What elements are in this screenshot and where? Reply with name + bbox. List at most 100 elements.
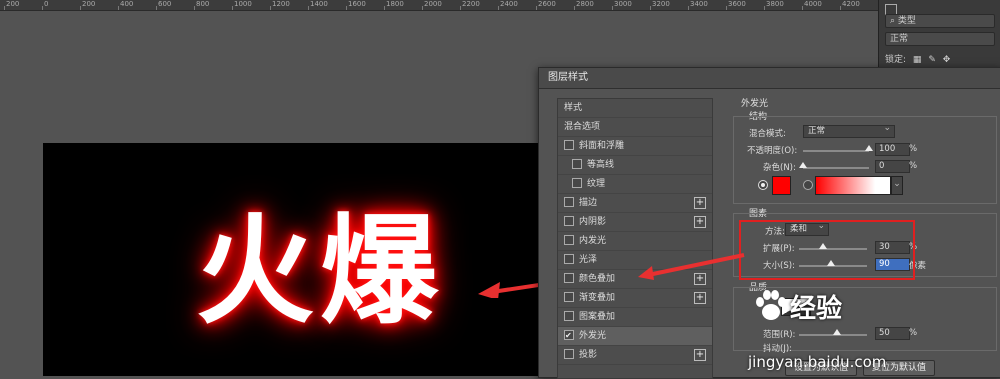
opacity-slider-thumb[interactable] [865, 145, 873, 151]
baidu-paw-icon [752, 290, 788, 322]
noise-label: 杂色(N): [763, 163, 796, 173]
style-item-label: 纹理 [587, 179, 606, 189]
ruler-label: 3800 [766, 0, 784, 8]
noise-slider-thumb[interactable] [799, 162, 807, 168]
add-style-icon[interactable]: + [694, 197, 706, 209]
lock-move-icon[interactable]: ✥ [943, 55, 951, 65]
style-item-label: 等高线 [587, 160, 615, 170]
style-checkbox[interactable] [564, 327, 574, 345]
noise-slider[interactable] [803, 167, 869, 169]
style-checkbox[interactable] [564, 272, 574, 283]
blend-mode-select[interactable]: 正常 [885, 32, 995, 46]
style-item-label: 描边 [579, 198, 598, 208]
lock-brush-icon[interactable]: ✎ [928, 55, 936, 65]
ruler-mark [156, 6, 157, 10]
ruler-mark [270, 6, 271, 10]
watermark-text: 经验 [790, 294, 843, 324]
style-item[interactable]: 投影 + [558, 346, 712, 365]
blend-mode-dropdown[interactable]: 正常 [803, 123, 895, 138]
style-item[interactable]: 斜面和浮雕 [558, 137, 712, 156]
ruler-mark [4, 6, 5, 10]
ruler-label: 2000 [424, 0, 442, 8]
noise-input[interactable]: 0 [875, 160, 910, 173]
dialog-title: 图层样式 [539, 68, 1000, 89]
style-checkbox[interactable] [564, 196, 574, 207]
blend-options-item[interactable]: 混合选项 [558, 118, 712, 137]
range-percent: % [909, 328, 918, 338]
ruler-label: 3000 [614, 0, 632, 8]
style-checkbox[interactable] [572, 158, 582, 169]
style-checkbox[interactable] [564, 215, 574, 226]
opacity-percent: % [909, 144, 918, 154]
ruler-label: 3600 [728, 0, 746, 8]
ruler-label: 2800 [576, 0, 594, 8]
solid-color-radio[interactable] [758, 180, 768, 190]
gradient-dropdown-icon[interactable]: ⌄ [891, 176, 903, 195]
outer-glow-pane: 外发光 结构 混合模式: 正常 不透明度(O): 100 % 杂色(N): 0 … [719, 96, 1000, 377]
ruler-mark [536, 6, 537, 10]
ruler-label: 600 [158, 0, 172, 8]
style-checkbox[interactable] [564, 253, 574, 264]
style-item-label: 内阴影 [579, 217, 607, 227]
style-item[interactable]: 纹理 [558, 175, 712, 194]
style-item-label: 渐变叠加 [579, 293, 616, 303]
ruler-label: 3400 [690, 0, 708, 8]
ruler-label: 2400 [500, 0, 518, 8]
add-style-icon[interactable]: + [694, 349, 706, 361]
ruler-mark [80, 6, 81, 10]
ruler-mark [308, 6, 309, 10]
layer-filter-select[interactable]: ⌕ 类型 [885, 14, 995, 28]
style-item[interactable]: 图案叠加 [558, 308, 712, 327]
search-icon: ⌕ [890, 16, 898, 26]
lock-pixels-icon[interactable]: ▦ [913, 55, 922, 65]
highlight-box [739, 220, 915, 280]
range-label: 范围(R): [763, 330, 796, 340]
lock-row: 锁定: ▦ ✎ ✥ [885, 55, 951, 65]
add-style-icon[interactable]: + [694, 292, 706, 304]
style-checkbox[interactable] [564, 291, 574, 302]
range-input[interactable]: 50 [875, 327, 910, 340]
ruler-label: 200 [6, 0, 20, 8]
top-ruler: 200 0 200 400 600 800 1000 1200 1400 1600 1800 2000… [0, 0, 878, 11]
ruler-label: 1200 [272, 0, 290, 8]
style-checkbox[interactable] [564, 348, 574, 359]
add-style-icon[interactable]: + [694, 216, 706, 228]
style-checkbox[interactable] [564, 234, 574, 245]
ruler-label: 0 [44, 0, 49, 8]
styles-header[interactable]: 样式 [558, 99, 712, 118]
ruler-mark [726, 6, 727, 10]
gradient-radio[interactable] [803, 180, 813, 190]
opacity-slider[interactable] [803, 150, 869, 152]
style-checkbox[interactable] [572, 177, 582, 188]
ruler-mark [802, 6, 803, 10]
ruler-mark [384, 6, 385, 10]
style-item-label: 外发光 [579, 331, 607, 341]
style-item[interactable]: 外发光 [558, 327, 712, 346]
style-item-label: 光泽 [579, 255, 598, 265]
ruler-mark [574, 6, 575, 10]
opacity-label: 不透明度(O): [747, 146, 798, 156]
ruler-mark [650, 6, 651, 10]
glow-gradient-swatch[interactable] [815, 176, 891, 195]
style-item-label: 内发光 [579, 236, 607, 246]
ruler-label: 2200 [462, 0, 480, 8]
ruler-label: 1400 [310, 0, 328, 8]
glow-color-swatch[interactable] [772, 176, 791, 195]
style-item-label: 斜面和浮雕 [579, 141, 625, 151]
style-item[interactable]: 描边 + [558, 194, 712, 213]
ruler-mark [612, 6, 613, 10]
ruler-label: 200 [82, 0, 96, 8]
style-checkbox[interactable] [564, 310, 574, 321]
blend-mode-label: 混合模式: [749, 129, 786, 139]
ruler-mark [764, 6, 765, 10]
style-item[interactable]: 渐变叠加 + [558, 289, 712, 308]
style-item[interactable]: 内发光 [558, 232, 712, 251]
ruler-label: 400 [120, 0, 134, 8]
opacity-input[interactable]: 100 [875, 143, 910, 156]
style-checkbox[interactable] [564, 139, 574, 150]
range-slider-thumb[interactable] [833, 329, 841, 335]
style-item[interactable]: 内阴影 + [558, 213, 712, 232]
style-item[interactable]: 等高线 [558, 156, 712, 175]
ruler-mark [422, 6, 423, 10]
annotation-arrow-2-icon [638, 253, 745, 280]
